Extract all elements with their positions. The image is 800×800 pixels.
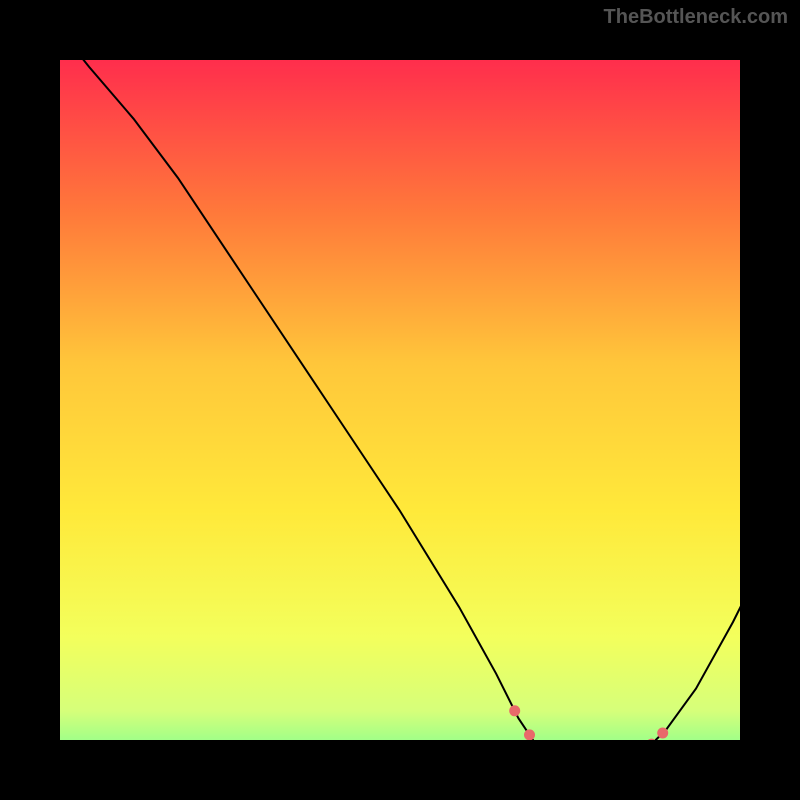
bottleneck-chart bbox=[0, 0, 800, 800]
watermark: TheBottleneck.com bbox=[604, 6, 788, 29]
valley-marker bbox=[509, 705, 520, 716]
gradient-background bbox=[30, 30, 770, 770]
valley-marker bbox=[657, 728, 668, 739]
valley-marker bbox=[524, 729, 535, 740]
